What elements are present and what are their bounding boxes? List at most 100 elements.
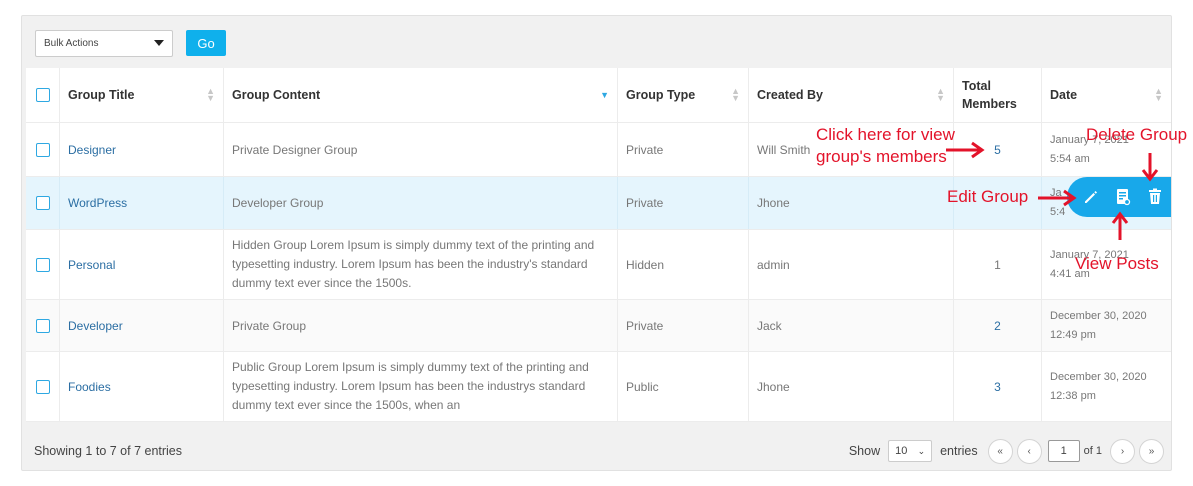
row-checkbox-cell [26,177,60,229]
per-page-value: 10 [895,445,908,457]
row-checkbox-cell [26,123,60,176]
group-content: Developer Group [232,196,324,210]
date-line: December 30, 2020 [1050,370,1147,383]
page-total-label: of 1 [1083,445,1102,457]
total-members-link[interactable]: 3 [994,380,1001,394]
table-header-row: Group Title ▲ ▼ Group Content ▼ Group Typ… [26,68,1171,123]
toolbar: Bulk Actions Go [35,28,226,58]
annotation-view-members: Click here for view group's members [816,124,955,168]
select-all-checkbox[interactable] [35,88,50,102]
row-checkbox[interactable] [35,196,50,210]
caret-down-icon [154,40,164,46]
created-by: Jhone [757,379,790,394]
header-label: Date [1050,88,1078,102]
row-checkbox[interactable] [35,142,50,157]
group-title-link[interactable]: Designer [68,143,116,157]
header-label: Members [962,97,1017,111]
annotation-view-posts: View Posts [1075,254,1159,273]
group-type: Private [626,196,664,210]
table-row: Personal Hidden Group Lorem Ipsum is sim… [26,230,1171,300]
header-date[interactable]: Date ▲ ▼ [1042,68,1171,122]
chevron-down-icon: ⌄ [917,445,926,456]
header-group-type[interactable]: Group Type ▲ ▼ [618,68,749,122]
group-type: Hidden [626,257,665,272]
sort-icon: ▲ ▼ [206,86,215,103]
date-line: December 30, 2020 [1050,309,1147,322]
row-checkbox-cell [26,300,60,351]
show-label: Show [848,444,881,458]
time-line: 5:54 am [1050,152,1090,165]
header-label: Group Title [68,88,135,102]
total-members-link[interactable]: 5 [994,143,1001,157]
entries-label: entries [940,444,978,458]
time-line: 12:38 pm [1050,389,1096,402]
total-members-link[interactable]: 1 [994,258,1001,272]
group-title-link[interactable]: Developer [68,319,123,333]
groups-panel: Bulk Actions Go Group Title ▲ ▼ Group Con… [21,15,1172,471]
pencil-icon[interactable] [1082,188,1100,206]
showing-entries-text: Showing 1 to 7 of 7 entries [34,444,183,458]
header-group-title[interactable]: Group Title ▲ ▼ [60,68,224,122]
row-checkbox-cell [26,352,60,421]
arrow-icon [1141,153,1159,182]
annotation-delete-group: Delete Group [1086,125,1188,144]
sort-desc-icon: ▼ [600,90,609,100]
bulk-actions-label: Bulk Actions [44,37,99,49]
group-content-line: dummy text ever since the 1500s. [232,276,412,290]
row-checkbox[interactable] [35,318,50,333]
bulk-actions-select[interactable]: Bulk Actions [35,29,173,57]
per-page-select[interactable]: 10 ⌄ [888,440,933,462]
arrow-icon [1111,211,1129,240]
total-members-link[interactable]: 2 [994,319,1001,333]
header-label: Created By [757,88,823,102]
created-by: Will Smith [757,142,811,157]
annotation-edit-group: Edit Group [947,187,1029,206]
row-checkbox[interactable] [35,257,50,272]
header-label: Total [962,79,991,93]
first-page-button[interactable]: « [987,438,1013,464]
header-created-by[interactable]: Created By ▲ ▼ [749,68,954,122]
header-total-members[interactable]: Total Members [954,68,1042,122]
table-row: Developer Private Group Private Jack 2 D… [26,300,1171,352]
pagination: Show 10 ⌄ entries « ‹ 1 of 1 › » [848,438,1164,464]
sort-icon: ▲ ▼ [1154,86,1163,103]
header-group-content[interactable]: Group Content ▼ [224,68,618,122]
next-page-button[interactable]: › [1110,438,1135,464]
group-title-link[interactable]: Personal [68,258,115,272]
created-by: Jack [757,318,782,333]
table-footer: Showing 1 to 7 of 7 entries Show 10 ⌄ en… [34,436,1164,466]
row-checkbox-cell [26,230,60,299]
group-content-line: typesetting industry. Lorem Ipsum has be… [232,257,588,271]
group-content: Private Group [232,318,307,333]
group-content-line: Hidden Group Lorem Ipsum is simply dummy… [232,238,595,252]
group-type: Public [626,379,659,394]
trash-icon[interactable] [1146,187,1164,207]
annotation-line: Click here for view [816,125,955,144]
group-content: Private Designer Group [232,142,358,157]
created-by: admin [757,257,790,272]
document-icon[interactable] [1114,187,1132,207]
group-content-line: typesetting industry. Lorem Ipsum has be… [232,379,586,393]
groups-table: Group Title ▲ ▼ Group Content ▼ Group Typ… [26,68,1171,422]
arrow-icon [1038,189,1077,207]
arrow-icon [946,141,985,159]
last-page-button[interactable]: » [1139,438,1164,464]
page-number-input[interactable]: 1 [1047,440,1080,462]
sort-icon: ▲ ▼ [731,86,740,103]
group-content-line: Public Group Lorem Ipsum is simply dummy… [232,360,589,374]
group-type: Private [626,142,664,157]
group-title-link[interactable]: WordPress [68,196,127,210]
prev-page-button[interactable]: ‹ [1016,438,1042,464]
created-by: Jhone [757,196,790,210]
go-button[interactable]: Go [186,30,226,56]
group-type: Private [626,318,664,333]
time-line: 12:49 pm [1050,328,1096,341]
table-row: Foodies Public Group Lorem Ipsum is simp… [26,352,1171,422]
select-all-cell [26,68,60,122]
group-content-line: dummy text ever since the 1500s, when an [232,398,461,412]
group-title-link[interactable]: Foodies [68,380,111,394]
table-row: Designer Private Designer Group Private … [26,123,1171,177]
header-label: Group Content [232,88,321,102]
row-checkbox[interactable] [35,379,50,394]
annotation-line: group's members [816,147,947,166]
